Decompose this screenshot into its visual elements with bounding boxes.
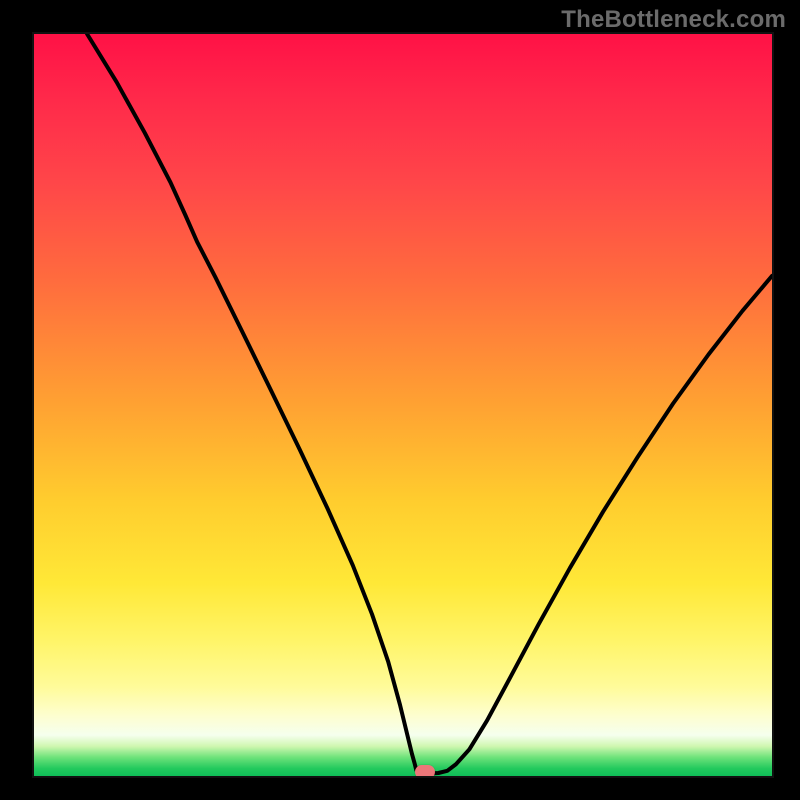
watermark-text: TheBottleneck.com — [561, 6, 786, 34]
chart-root: TheBottleneck.com — [0, 0, 800, 800]
plot-area — [32, 32, 774, 778]
optimal-point-marker — [415, 765, 435, 778]
bottleneck-curve — [34, 34, 772, 776]
